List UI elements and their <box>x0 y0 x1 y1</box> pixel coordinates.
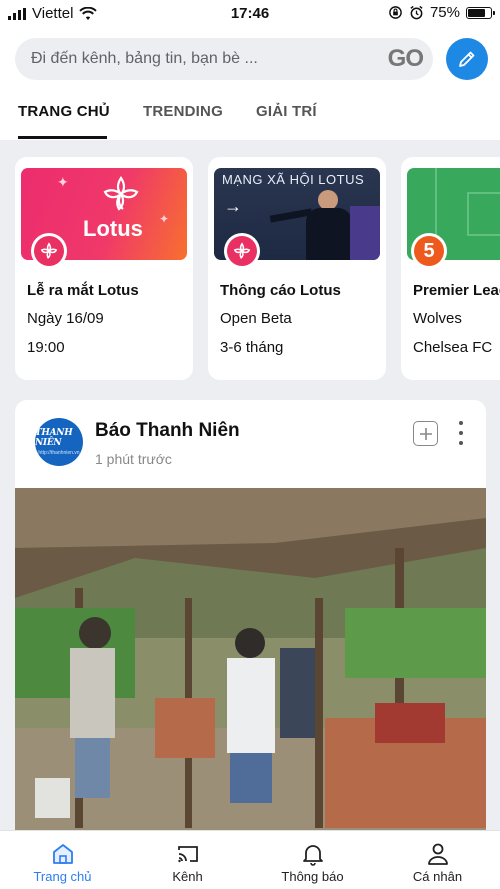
card-line: Chelsea FC <box>413 339 493 356</box>
bell-icon <box>302 845 323 866</box>
post-time: 1 phút trước <box>95 451 172 467</box>
card-line: Open Beta <box>220 310 292 327</box>
bottom-navigation: Trang chủ Kênh Thông báo Cá nhân <box>0 830 500 889</box>
nav-label: Trang chủ <box>33 869 92 884</box>
lotus-badge-icon <box>40 242 58 259</box>
tab-bar: TRANG CHỦ TRENDING GIẢI TRÍ <box>0 96 500 140</box>
lotus-badge <box>31 233 67 269</box>
lotus-flower-icon <box>103 176 139 211</box>
tab-trang-chu[interactable]: TRANG CHỦ <box>18 103 110 120</box>
go-logo-icon: GO <box>387 45 424 72</box>
speaker-figure <box>318 190 338 210</box>
battery-icon <box>466 6 495 19</box>
card-line: Wolves <box>413 310 462 327</box>
follow-button[interactable] <box>413 421 438 446</box>
card-title: Lễ ra mắt Lotus <box>27 282 139 299</box>
nav-thong-bao[interactable]: Thông báo <box>250 831 375 889</box>
alarm-icon <box>410 5 423 20</box>
card-line: Ngày 16/09 <box>27 310 104 327</box>
tab-trending[interactable]: TRENDING <box>143 103 223 120</box>
avatar-url-text: http://thanhnien.vn <box>38 450 80 456</box>
dot <box>459 431 463 435</box>
card-line: 3-6 tháng <box>220 339 284 356</box>
event-card[interactable]: MẠNG XÃ HỘI LOTUS → Thông cáo Lotus Open… <box>208 157 386 380</box>
event-card[interactable]: 5 Premier League Wolves Chelsea FC <box>401 157 500 380</box>
badge-number: 5 <box>423 239 435 262</box>
cast-icon <box>177 846 198 863</box>
speaker-figure <box>306 208 352 260</box>
arrow-right-icon: → <box>224 196 242 216</box>
active-tab-indicator <box>18 136 107 139</box>
source-name[interactable]: Báo Thanh Niên <box>95 420 240 442</box>
sparkle-icon: ✦ <box>57 174 69 190</box>
lotus-badge-icon <box>233 242 251 259</box>
thumb-brand-text: Lotus <box>83 216 143 241</box>
dot <box>459 441 463 445</box>
source-avatar[interactable]: THANH NIÊN http://thanhnien.vn <box>35 418 83 466</box>
nav-label: Kênh <box>172 869 203 884</box>
post-photo[interactable] <box>15 488 486 840</box>
home-icon <box>52 844 73 864</box>
event-card[interactable]: Lotus ✦ ✦ Lễ ra mắt Lotus Ngày 16/09 19:… <box>15 157 193 380</box>
pitch-line <box>467 192 500 236</box>
search-placeholder: Đi đến kênh, bảng tin, bạn bè ... <box>31 50 258 67</box>
card-title: Thông cáo Lotus <box>220 282 341 299</box>
tab-giai-tri[interactable]: GIẢI TRÍ <box>256 103 317 120</box>
sparkle-icon: ✦ <box>159 212 170 226</box>
status-bar: Viettel 17:46 75% <box>0 0 500 28</box>
card-line: 19:00 <box>27 339 65 356</box>
lotus-badge <box>224 233 260 269</box>
card-title: Premier League <box>413 282 500 299</box>
news-post: THANH NIÊN http://thanhnien.vn Báo Thanh… <box>15 400 486 840</box>
avatar-logo-text: THANH NIÊN <box>35 428 73 448</box>
dot <box>459 421 463 425</box>
plus-icon <box>419 427 432 440</box>
more-options-button[interactable] <box>457 421 465 445</box>
rotation-lock-icon <box>389 6 402 19</box>
pencil-icon <box>459 51 475 67</box>
compose-button[interactable] <box>446 38 488 80</box>
thumb-banner-text: MẠNG XÃ HỘI LOTUS <box>222 172 365 187</box>
search-bar[interactable]: Đi đến kênh, bảng tin, bạn bè ... GO <box>15 38 433 80</box>
nav-label: Thông báo <box>281 869 344 884</box>
nav-label: Cá nhân <box>412 869 463 884</box>
person-icon <box>427 843 448 865</box>
nav-kenh[interactable]: Kênh <box>125 831 250 889</box>
battery-percent: 75% <box>429 4 460 21</box>
podium-figure <box>350 206 380 260</box>
nav-trang-chu[interactable]: Trang chủ <box>0 831 125 889</box>
premier-league-badge: 5 <box>411 233 447 269</box>
nav-ca-nhan[interactable]: Cá nhân <box>375 831 500 889</box>
